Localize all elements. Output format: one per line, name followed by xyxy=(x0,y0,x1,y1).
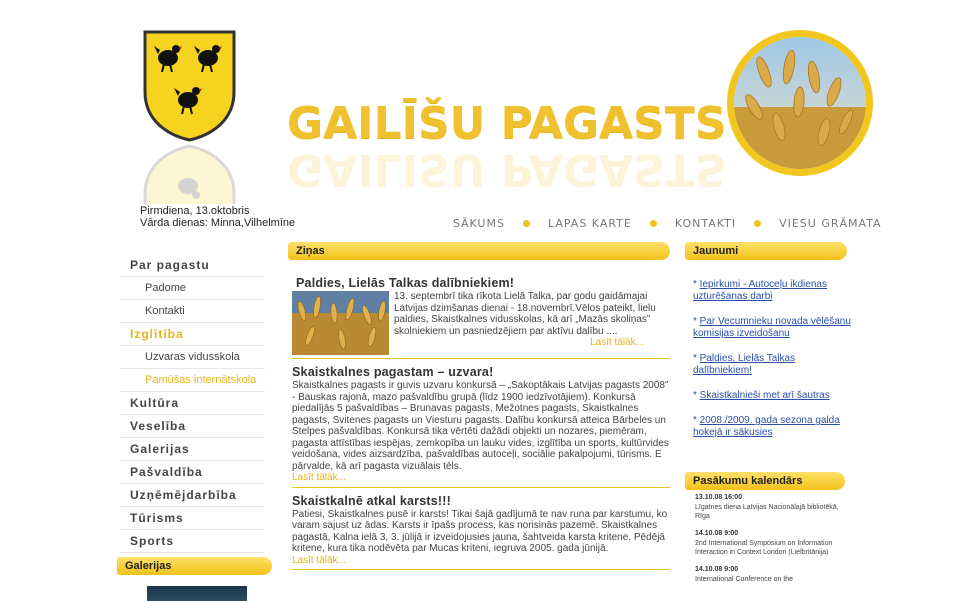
event-text: Līgatnes diena Latvijas Nacionālajā bibl… xyxy=(695,504,839,520)
read-more-link[interactable]: Lasīt tālāk... xyxy=(292,472,670,484)
jaunumi-heading: Jaunumi xyxy=(685,242,847,260)
current-date: Pirmdiena, 13.oktobris xyxy=(140,205,250,217)
menu-item-veseliba[interactable]: Veselība xyxy=(120,415,265,438)
menu-subitem-pamusas-internatskola[interactable]: Pamūšas internātskola xyxy=(120,369,265,392)
news-title[interactable]: Paldies, Lielās Talkas dalībniekiem! xyxy=(296,276,670,290)
jaunumi-item: * Paldies, Lielās Talkas dalībniekiem! xyxy=(693,353,796,376)
jaunumi-item: * Skaistkalnieši met arī šautras xyxy=(693,390,830,401)
jaunumi-item: * 2008./2009. gada sezona galda hokejā i… xyxy=(693,415,840,438)
menu-item-pasvaldiba[interactable]: Pašvaldība xyxy=(120,461,265,484)
menu-subitem-padome[interactable]: Padome xyxy=(120,277,265,300)
event-item[interactable]: 14.10.08 9:00 2nd International Symposiu… xyxy=(695,529,845,557)
menu-item-uznemejdarbiba[interactable]: Uzņēmējdarbība xyxy=(120,484,265,507)
jaunumi-item: * Iepirkumi - Autoceļu ikdienas uzturēša… xyxy=(693,279,827,302)
jaunumi-link[interactable]: Iepirkumi - Autoceļu ikdienas uzturēšana… xyxy=(693,279,827,302)
news-item: Paldies, Lielās Talkas dalībniekiem! 13.… xyxy=(292,276,670,359)
news-heading: Ziņas xyxy=(288,242,670,260)
jaunumi-item: * Par Vecumnieku novada vēlēšanu komisij… xyxy=(693,316,851,339)
coat-of-arms-reflection xyxy=(143,144,236,204)
nav-kontakti[interactable]: KONTAKTI xyxy=(675,217,736,230)
menu-subitem-uzvaras-vidusskola[interactable]: Uzvaras vidusskola xyxy=(120,346,265,369)
menu-item-par-pagastu[interactable]: Par pagastu xyxy=(120,254,265,277)
nav-separator-dot xyxy=(754,220,762,227)
event-item[interactable]: 14.10.08 9:00 International Conference o… xyxy=(695,565,845,584)
namedays: Vārda dienas: Minna,Vilhelmīne xyxy=(140,217,296,229)
menu-item-turisms[interactable]: Tūrisms xyxy=(120,507,265,530)
site-title: GAILĪŠU PAGASTS xyxy=(287,98,727,149)
news-item: Skaistkalnē atkal karsts!!! Patiesi, Ska… xyxy=(292,494,670,570)
news-thumbnail-wheat[interactable] xyxy=(292,291,389,355)
jaunumi-link[interactable]: Skaistkalnieši met arī šautras xyxy=(700,390,830,401)
wheat-field-image xyxy=(727,30,873,176)
event-date: 14.10.08 9:00 xyxy=(695,566,739,573)
menu-item-izglitiba[interactable]: Izglītība xyxy=(120,323,265,346)
menu-item-sports[interactable]: Sports xyxy=(120,530,265,553)
news-body: Skaistkalnes pagasts ir guvis uzvaru kon… xyxy=(292,380,669,472)
nav-separator-dot xyxy=(522,220,530,227)
jaunumi-link[interactable]: Par Vecumnieku novada vēlēšanu komisijas… xyxy=(693,316,851,339)
event-date: 13.10.08 16:00 xyxy=(695,494,743,501)
news-title[interactable]: Skaistkalnē atkal karsts!!! xyxy=(292,494,670,508)
coat-of-arms-logo[interactable] xyxy=(142,30,237,142)
event-calendar-list: 13.10.08 16:00 Līgatnes diena Latvijas N… xyxy=(695,493,845,592)
news-content: 13. septembrī tika rīkota Lielā Talka, p… xyxy=(292,291,670,355)
nav-lapas-karte[interactable]: LAPAS KARTE xyxy=(548,217,632,230)
event-text: 2nd International Symposium on Informati… xyxy=(695,540,833,556)
calendar-heading: Pasākumu kalendārs xyxy=(685,472,845,490)
event-text: International Conference on the xyxy=(695,576,794,583)
galerijas-heading: Galerijas xyxy=(117,557,272,575)
menu-item-kultura[interactable]: Kultūra xyxy=(120,392,265,415)
news-body: Patiesi, Skaistkalnes pusē ir karsts! Ti… xyxy=(292,508,668,555)
site-title-reflection: GAILĪŠU PAGASTS xyxy=(287,150,727,188)
jaunumi-list: * Iepirkumi - Autoceļu ikdienas uzturēša… xyxy=(693,279,853,452)
nav-viesu-gramata[interactable]: VIESU GRĀMATA xyxy=(779,217,882,230)
event-item[interactable]: 13.10.08 16:00 Līgatnes diena Latvijas N… xyxy=(695,493,845,521)
read-more-link[interactable]: Lasīt tālāk... xyxy=(394,337,670,349)
event-date: 14.10.08 9:00 xyxy=(695,530,739,537)
top-navigation: SĀKUMS LAPAS KARTE KONTAKTI VIESU GRĀMAT… xyxy=(453,217,882,230)
nav-sakums[interactable]: SĀKUMS xyxy=(453,217,505,230)
news-list: Paldies, Lielās Talkas dalībniekiem! 13.… xyxy=(292,270,670,576)
left-menu: Par pagastu Padome Kontakti Izglītība Uz… xyxy=(120,254,265,553)
news-item: Skaistkalnes pagastam – uzvara! Skaistka… xyxy=(292,365,670,488)
jaunumi-link[interactable]: 2008./2009. gada sezona galda hokejā ir … xyxy=(693,415,840,438)
news-title[interactable]: Skaistkalnes pagastam – uzvara! xyxy=(292,365,670,379)
date-info: Pirmdiena, 13.oktobris Vārda dienas: Min… xyxy=(140,205,295,229)
site-header: GAILĪŠU PAGASTS GAILĪŠU PAGASTS Pirmdien… xyxy=(0,0,960,230)
gallery-thumbnail[interactable] xyxy=(147,586,247,601)
nav-separator-dot xyxy=(649,220,657,227)
jaunumi-link[interactable]: Paldies, Lielās Talkas dalībniekiem! xyxy=(693,353,795,376)
news-body: 13. septembrī tika rīkota Lielā Talka, p… xyxy=(394,291,656,337)
menu-subitem-kontakti[interactable]: Kontakti xyxy=(120,300,265,323)
read-more-link[interactable]: Lasīt tālāk... xyxy=(292,555,670,567)
menu-item-galerijas[interactable]: Galerijas xyxy=(120,438,265,461)
